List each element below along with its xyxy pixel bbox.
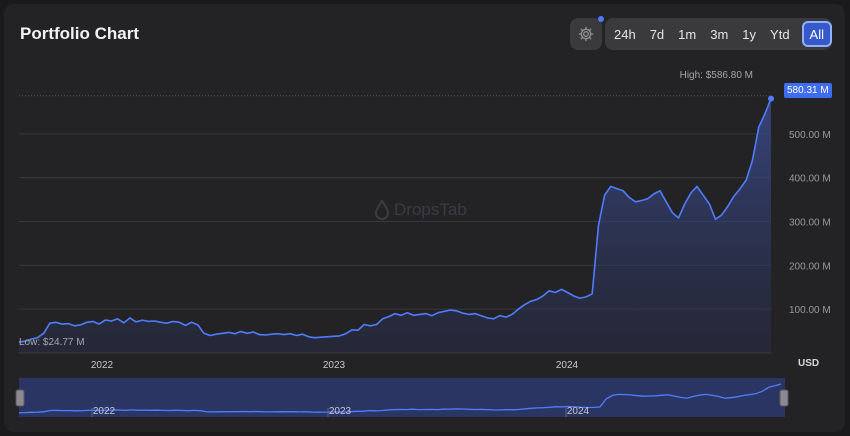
navigator-right-handle[interactable] [779,389,789,407]
navigator-tick-label: 2024 [567,406,590,417]
navigator-window[interactable] [19,378,785,417]
navigator-tick-label: 2022 [93,406,116,417]
navigator-tick-label: 2023 [329,406,352,417]
navigator-left-handle[interactable] [15,389,25,407]
range-navigator[interactable]: 2022 2023 2024 [4,4,845,432]
portfolio-chart-card: Portfolio Chart 24h 7d 1m 3m 1y Ytd All … [4,4,845,432]
